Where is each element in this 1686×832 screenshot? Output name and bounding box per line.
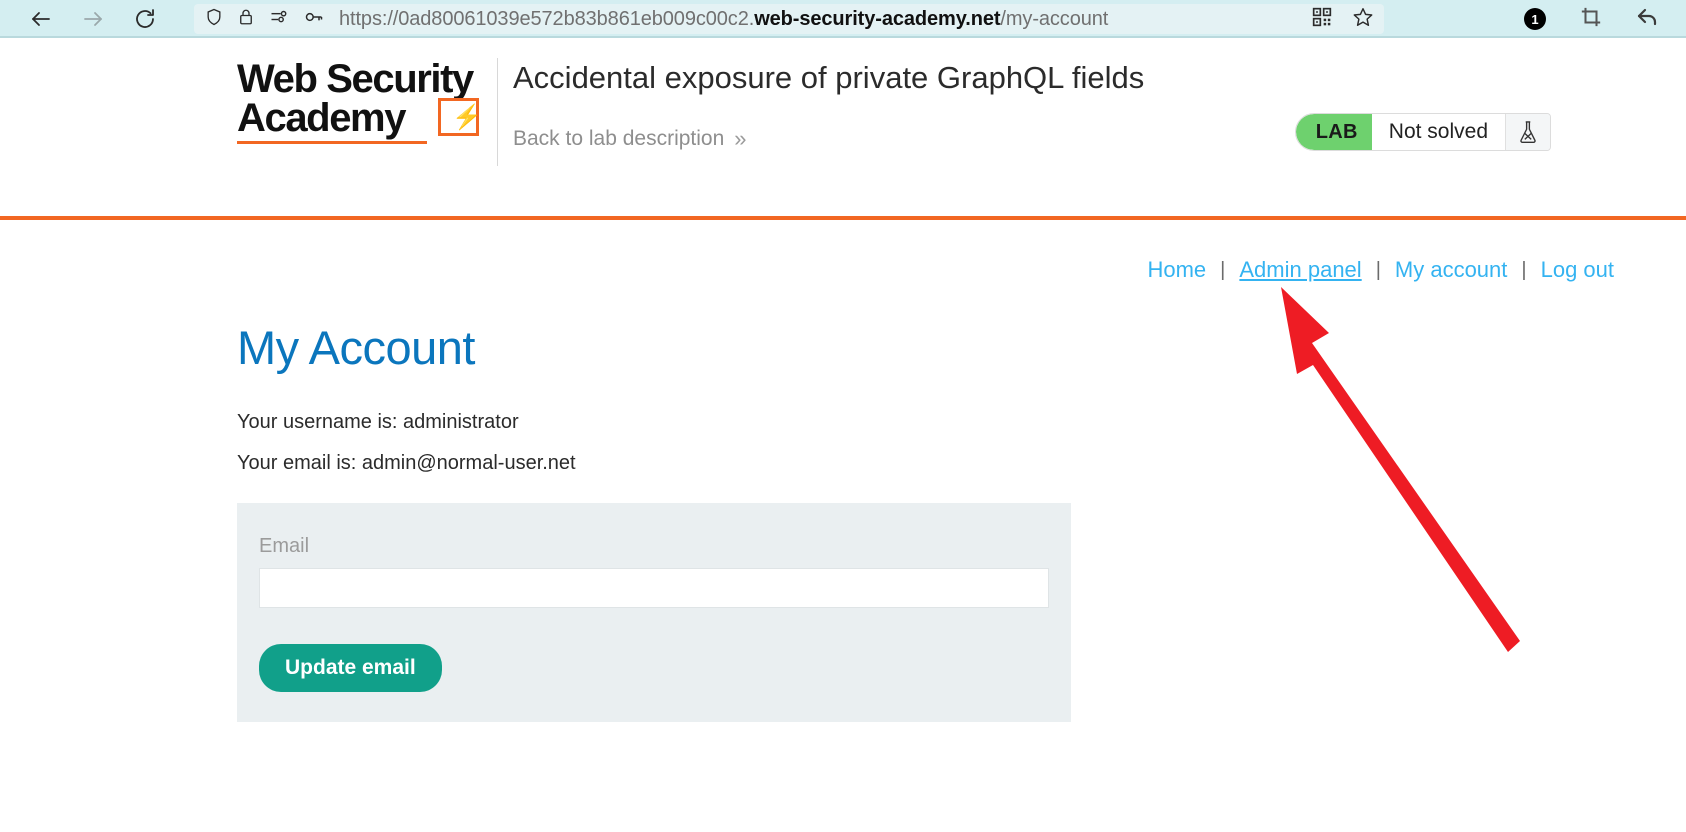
my-account-heading: My Account <box>237 321 475 374</box>
status-badge: LAB Not solved <box>1294 113 1551 151</box>
undo-arrow-icon[interactable] <box>1636 5 1660 34</box>
chevron-right-icon: » <box>734 126 747 151</box>
page-body: Home | Admin panel | My account | Log ou… <box>0 220 1686 832</box>
logo-line-1: Web Security <box>237 57 474 101</box>
academy-header: Web Security Academy ⚡ Accidental exposu… <box>0 38 1686 218</box>
forward-arrow-icon[interactable] <box>80 6 106 32</box>
lightning-bolt-icon: ⚡ <box>438 98 482 137</box>
page-title: Accidental exposure of private GraphQL f… <box>513 60 1145 95</box>
nav-link-my-account[interactable]: My account <box>1381 257 1522 283</box>
browser-nav-buttons <box>28 6 158 32</box>
header-divider <box>497 58 498 166</box>
site-navigation: Home | Admin panel | My account | Log ou… <box>1133 257 1628 283</box>
back-arrow-icon[interactable] <box>28 6 54 32</box>
key-icon[interactable] <box>303 7 325 32</box>
flask-icon[interactable] <box>1505 114 1550 150</box>
address-bar-right-icons <box>1312 6 1374 33</box>
logo-mark-glyph: ⚡ <box>452 104 482 132</box>
back-link-label: Back to lab description <box>513 127 725 150</box>
main-content: My Account Your username is: administrat… <box>237 320 1117 722</box>
url-text[interactable]: https://0ad80061039e572b83b861eb009c00c2… <box>339 8 1300 31</box>
lab-state-label: Not solved <box>1371 114 1505 150</box>
logo-line-2: Academy <box>237 96 406 141</box>
crop-icon[interactable] <box>1580 6 1602 33</box>
permissions-icon[interactable] <box>268 7 290 32</box>
address-bar-left-icons <box>204 7 325 32</box>
username-line: Your username is: administrator <box>237 411 519 433</box>
back-to-lab-description-link[interactable]: Back to lab description » <box>513 126 747 152</box>
reload-icon[interactable] <box>132 6 158 32</box>
update-email-form: Email Update email <box>237 503 1071 722</box>
nav-link-admin-panel[interactable]: Admin panel <box>1225 257 1375 283</box>
address-bar[interactable]: https://0ad80061039e572b83b861eb009c00c2… <box>194 4 1384 34</box>
url-domain: web-security-academy.net <box>754 7 1001 30</box>
academy-logo[interactable]: Web Security Academy ⚡ <box>237 57 482 145</box>
url-prefix: https://0ad80061039e572b83b861eb009c00c2… <box>339 7 755 30</box>
update-email-button[interactable]: Update email <box>259 644 442 692</box>
url-path: /my-account <box>1000 7 1109 30</box>
shield-icon[interactable] <box>204 7 224 32</box>
browser-extension-area: 1 <box>1524 5 1660 34</box>
lab-tag: LAB <box>1295 114 1372 150</box>
extension-badge[interactable]: 1 <box>1524 8 1546 30</box>
logo-underline <box>237 141 427 145</box>
email-input[interactable] <box>259 568 1049 608</box>
qr-code-icon[interactable] <box>1312 7 1332 32</box>
nav-link-log-out[interactable]: Log out <box>1527 257 1628 283</box>
nav-link-home[interactable]: Home <box>1133 257 1220 283</box>
email-field-label: Email <box>259 535 310 557</box>
browser-toolbar: https://0ad80061039e572b83b861eb009c00c2… <box>0 0 1686 38</box>
padlock-icon[interactable] <box>237 7 255 32</box>
email-line: Your email is: admin@normal-user.net <box>237 452 576 474</box>
star-icon[interactable] <box>1352 6 1374 33</box>
